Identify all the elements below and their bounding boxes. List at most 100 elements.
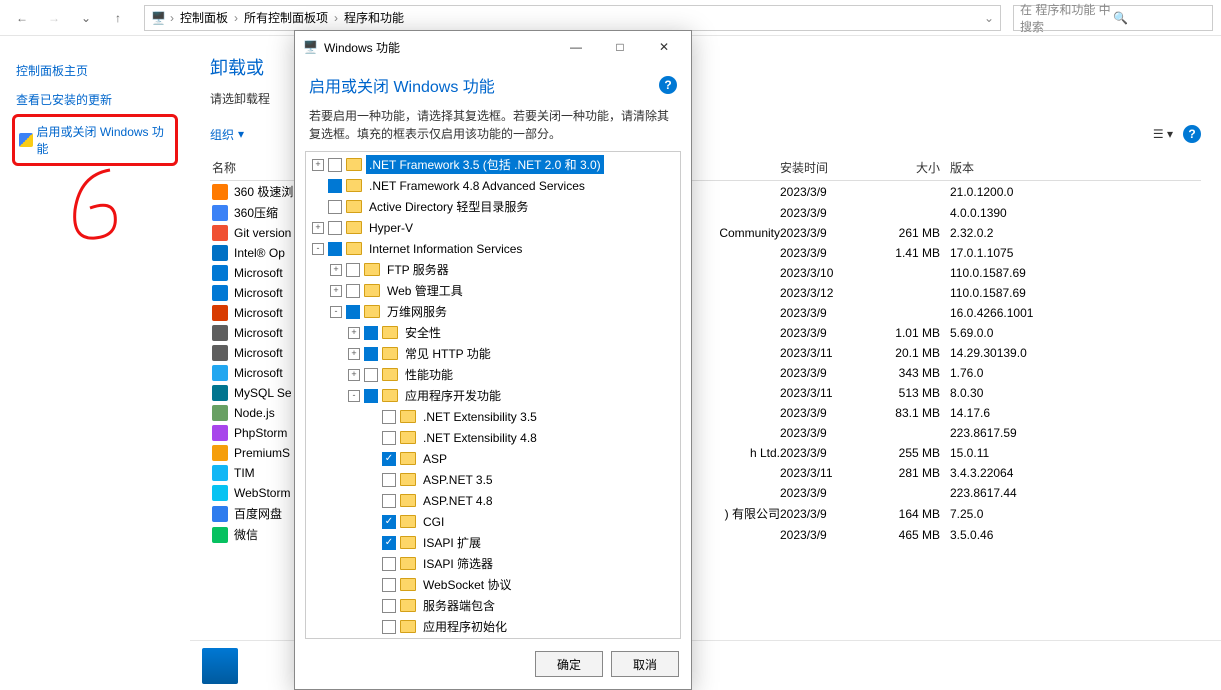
address-bar[interactable]: 🖥️ › 控制面板 › 所有控制面板项 › 程序和功能 ⌄: [144, 5, 1001, 31]
close-button[interactable]: ✕: [645, 33, 683, 61]
feature-checkbox[interactable]: [364, 368, 378, 382]
col-date[interactable]: 安装时间: [780, 159, 870, 176]
tree-node[interactable]: ✓ISAPI 扩展: [308, 532, 678, 553]
ok-button[interactable]: 确定: [535, 651, 603, 677]
expand-toggle[interactable]: -: [312, 243, 324, 255]
feature-checkbox[interactable]: [382, 557, 396, 571]
app-version: 110.0.1587.69: [950, 286, 1201, 300]
tree-node[interactable]: 应用程序初始化: [308, 616, 678, 637]
cancel-button[interactable]: 取消: [611, 651, 679, 677]
tree-node[interactable]: +.NET Framework 3.5 (包括 .NET 2.0 和 3.0): [308, 154, 678, 175]
feature-checkbox[interactable]: [382, 410, 396, 424]
dialog-titlebar[interactable]: 🖥️ Windows 功能 — □ ✕: [295, 31, 691, 63]
install-date: 2023/3/9: [780, 246, 870, 260]
feature-label: 万维网服务: [384, 302, 450, 321]
feature-checkbox[interactable]: [382, 473, 396, 487]
help-icon[interactable]: ?: [1183, 125, 1201, 143]
recent-dropdown[interactable]: ⌄: [72, 4, 100, 32]
sidebar: 控制面板主页 查看已安装的更新 启用或关闭 Windows 功能: [0, 36, 190, 690]
tree-node[interactable]: ASP.NET 4.8: [308, 490, 678, 511]
back-button[interactable]: ←: [8, 4, 36, 32]
feature-label: Web 管理工具: [384, 281, 466, 300]
dialog-description: 若要启用一种功能，请选择其复选框。若要关闭一种功能，请清除其复选框。填充的框表示…: [295, 107, 691, 151]
tree-node[interactable]: - 万维网服务: [308, 301, 678, 322]
tree-node[interactable]: .NET Framework 4.8 Advanced Services: [308, 175, 678, 196]
tree-node[interactable]: + Web 管理工具: [308, 280, 678, 301]
sidebar-updates[interactable]: 查看已安装的更新: [12, 85, 178, 114]
feature-checkbox[interactable]: [364, 326, 378, 340]
search-input[interactable]: 在 程序和功能 中搜索 🔍: [1013, 5, 1213, 31]
tree-node[interactable]: ✓CGI: [308, 511, 678, 532]
tree-node[interactable]: .NET Extensibility 4.8: [308, 427, 678, 448]
feature-checkbox[interactable]: [346, 305, 360, 319]
feature-checkbox[interactable]: [364, 389, 378, 403]
tree-node[interactable]: ASP.NET 3.5: [308, 469, 678, 490]
tree-node[interactable]: ✓ASP: [308, 448, 678, 469]
feature-checkbox[interactable]: [346, 284, 360, 298]
expand-toggle[interactable]: +: [348, 327, 360, 339]
app-name: Git version: [234, 226, 291, 240]
view-list-icon[interactable]: ☰ ▾: [1153, 127, 1173, 141]
tree-node[interactable]: +安全性: [308, 322, 678, 343]
feature-checkbox[interactable]: [382, 599, 396, 613]
maximize-button[interactable]: □: [601, 33, 639, 61]
expand-toggle[interactable]: +: [312, 159, 324, 171]
expand-toggle[interactable]: +: [330, 285, 342, 297]
expand-toggle[interactable]: +: [348, 369, 360, 381]
feature-checkbox[interactable]: [328, 179, 342, 193]
col-size[interactable]: 大小: [870, 159, 950, 176]
install-date: 2023/3/10: [780, 266, 870, 280]
tree-node[interactable]: .NET Extensibility 3.5: [308, 406, 678, 427]
feature-label: 服务器端包含: [420, 596, 498, 615]
expand-toggle[interactable]: -: [348, 390, 360, 402]
tree-node[interactable]: -应用程序开发功能: [308, 385, 678, 406]
feature-checkbox[interactable]: [382, 620, 396, 634]
crumb-1[interactable]: 所有控制面板项: [242, 9, 330, 26]
expand-toggle[interactable]: +: [348, 348, 360, 360]
feature-checkbox[interactable]: [328, 200, 342, 214]
sidebar-windows-features[interactable]: 启用或关闭 Windows 功能: [12, 114, 178, 166]
sidebar-features-label: 启用或关闭 Windows 功能: [37, 123, 171, 157]
history-dropdown[interactable]: ⌄: [984, 11, 994, 25]
dialog-help-icon[interactable]: ?: [659, 76, 677, 94]
feature-checkbox[interactable]: [364, 347, 378, 361]
tree-node[interactable]: WebSocket 协议: [308, 574, 678, 595]
app-version: 16.0.4266.1001: [950, 306, 1201, 320]
minimize-button[interactable]: —: [557, 33, 595, 61]
tree-node[interactable]: +Hyper-V: [308, 217, 678, 238]
tree-node[interactable]: +常见 HTTP 功能: [308, 343, 678, 364]
feature-checkbox[interactable]: [382, 578, 396, 592]
tree-node[interactable]: +性能功能: [308, 364, 678, 385]
app-name: PremiumS: [234, 446, 290, 460]
tree-node[interactable]: 服务器端包含: [308, 595, 678, 616]
sidebar-home[interactable]: 控制面板主页: [12, 56, 178, 85]
feature-checkbox[interactable]: [382, 431, 396, 445]
up-button[interactable]: ↑: [104, 4, 132, 32]
crumb-2[interactable]: 程序和功能: [342, 9, 406, 26]
feature-label: WebSocket 协议: [420, 575, 514, 594]
features-tree[interactable]: +.NET Framework 3.5 (包括 .NET 2.0 和 3.0).…: [305, 151, 681, 639]
expand-toggle[interactable]: +: [330, 264, 342, 276]
tree-node[interactable]: +运行状况和诊断: [308, 637, 678, 639]
col-version[interactable]: 版本: [950, 159, 1201, 176]
feature-checkbox[interactable]: ✓: [382, 515, 396, 529]
feature-checkbox[interactable]: [328, 242, 342, 256]
app-size: 343 MB: [870, 366, 950, 380]
tree-node[interactable]: +FTP 服务器: [308, 259, 678, 280]
expand-toggle[interactable]: +: [312, 222, 324, 234]
feature-checkbox[interactable]: ✓: [382, 536, 396, 550]
feature-checkbox[interactable]: [346, 263, 360, 277]
app-version: 2.32.0.2: [950, 226, 1201, 240]
tree-node[interactable]: ISAPI 筛选器: [308, 553, 678, 574]
app-name: Microsoft: [234, 346, 283, 360]
feature-checkbox[interactable]: [382, 494, 396, 508]
feature-checkbox[interactable]: ✓: [382, 452, 396, 466]
tree-node[interactable]: Active Directory 轻型目录服务: [308, 196, 678, 217]
organize-button[interactable]: 组织 ▾: [210, 126, 244, 143]
tree-node[interactable]: -Internet Information Services: [308, 238, 678, 259]
crumb-0[interactable]: 控制面板: [178, 9, 230, 26]
feature-checkbox[interactable]: [328, 221, 342, 235]
forward-button[interactable]: →: [40, 4, 68, 32]
expand-toggle[interactable]: -: [330, 306, 342, 318]
feature-checkbox[interactable]: [328, 158, 342, 172]
